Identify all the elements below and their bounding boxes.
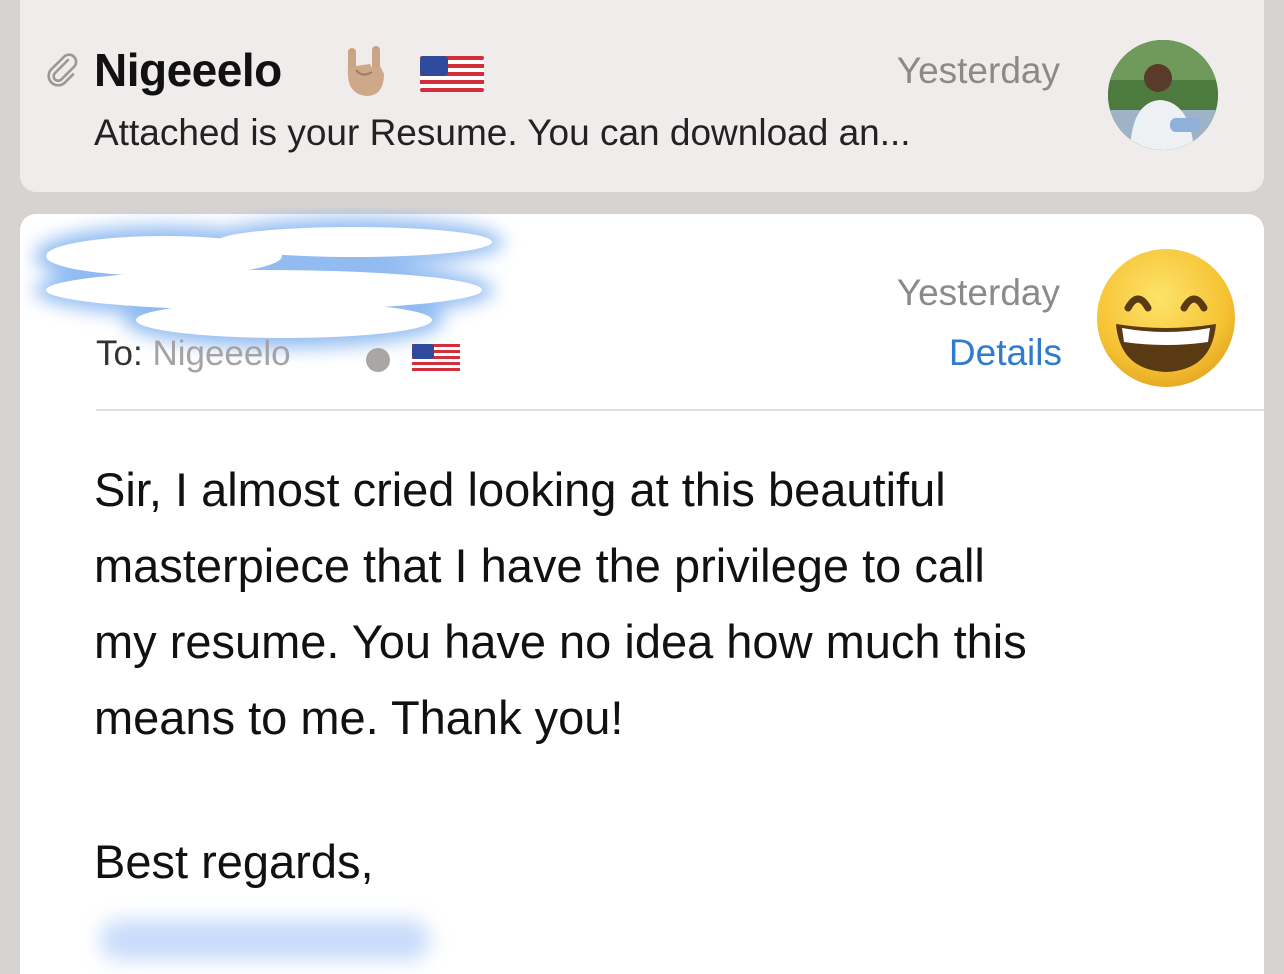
details-link[interactable]: Details [949, 332, 1062, 374]
email-signoff: Best regards, [94, 835, 374, 888]
body-line: means to me. Thank you! [94, 691, 624, 744]
recipient-name[interactable]: Nigeeelo [152, 334, 290, 373]
sender-name: Nigeeelo [94, 44, 282, 96]
recipient-emoji-icons [366, 344, 460, 372]
grinning-face-icon[interactable] [1094, 246, 1238, 390]
paperclip-icon [47, 53, 78, 87]
email-body: Sir, I almost cried looking at this beau… [94, 452, 1214, 756]
header-divider [96, 409, 1264, 411]
redacted-signature [100, 920, 430, 960]
sender-avatar[interactable] [1108, 40, 1218, 150]
email-detail-time: Yesterday [896, 272, 1060, 313]
avatar-image [1108, 40, 1218, 150]
body-line: Sir, I almost cried looking at this beau… [94, 463, 946, 516]
recipient-line: To: Nigeeelo [96, 334, 291, 374]
body-line: masterpiece that I have the privilege to… [94, 539, 985, 592]
us-flag-icon [420, 56, 484, 92]
sign-of-horns-icon [347, 46, 384, 96]
email-time: Yesterday [896, 50, 1060, 91]
to-label: To: [96, 334, 143, 373]
body-line: my resume. You have no idea how much thi… [94, 615, 1027, 668]
us-flag-icon [412, 344, 460, 372]
email-preview-text: Attached is your Resume. You can downloa… [94, 112, 911, 153]
